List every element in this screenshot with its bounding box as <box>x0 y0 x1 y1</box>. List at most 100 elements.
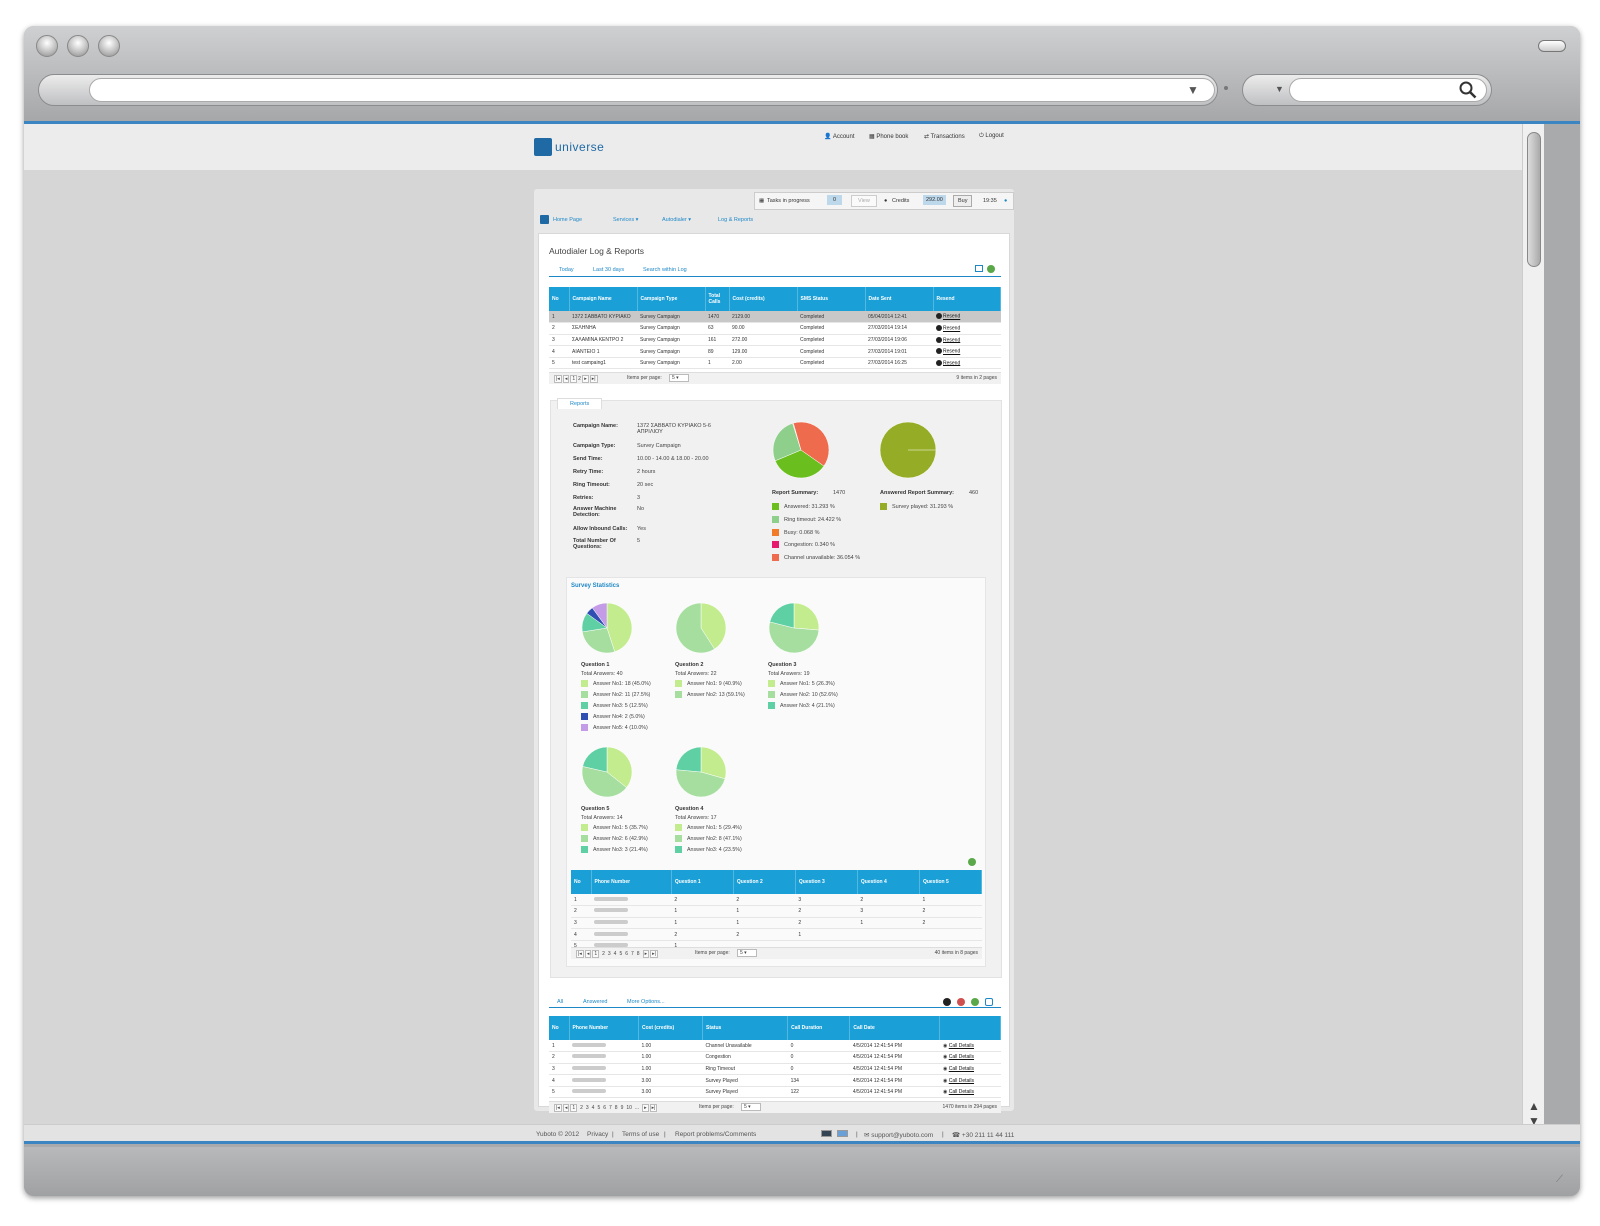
resend-link[interactable]: Resend <box>943 349 960 355</box>
tab-last-30-days[interactable]: Last 30 days <box>593 267 624 273</box>
table-row[interactable]: 5 test campaing1 Survey Campaign 1 2.00 Compl… <box>549 357 1001 370</box>
scrollbar-thumb[interactable] <box>1527 132 1541 267</box>
tab-answered[interactable]: Answered <box>583 999 607 1005</box>
pager-page[interactable]: 6 <box>603 1105 606 1111</box>
resend-cell[interactable]: Resend <box>933 357 1001 370</box>
pager-last-button[interactable]: ▸| <box>649 1104 658 1112</box>
nav-logout[interactable]: ⏻ Logout <box>979 133 1004 140</box>
resend-cell[interactable]: Resend <box>933 334 1001 347</box>
logo[interactable]: universe <box>534 138 624 158</box>
call-details-cell[interactable]: ◉ Call Details <box>939 1051 1001 1064</box>
call-details-cell[interactable]: ◉ Call Details <box>939 1074 1001 1087</box>
search-engine-dropdown-icon[interactable]: ▼ <box>1275 84 1284 94</box>
col-resend[interactable]: Resend <box>933 287 1001 311</box>
export-icon[interactable] <box>987 265 995 273</box>
pager-page[interactable]: 2 <box>602 951 605 957</box>
pager-first-button[interactable]: |◂ <box>554 1104 562 1112</box>
col-campaign-name[interactable]: Campaign Name <box>569 287 638 311</box>
survey-col-header[interactable]: Question 1 <box>671 870 734 894</box>
scroll-up-icon[interactable]: ▲ <box>1528 1099 1540 1113</box>
col-total-calls[interactable]: Total Calls <box>705 287 730 311</box>
survey-col-header[interactable]: Question 4 <box>857 870 920 894</box>
footer-privacy-link[interactable]: Privacy <box>587 1131 608 1138</box>
col-no[interactable]: No <box>549 287 570 311</box>
breadcrumb-services[interactable]: Services ▾ <box>613 217 638 223</box>
pager-page[interactable]: 1 <box>592 950 600 958</box>
pager-page[interactable]: 3 <box>608 951 611 957</box>
survey-col-header[interactable]: Question 3 <box>795 870 858 894</box>
pager-page[interactable]: 5 <box>597 1105 600 1111</box>
window-resize-button[interactable] <box>1538 40 1566 52</box>
pager-page[interactable]: 10 <box>626 1105 632 1111</box>
home-icon[interactable] <box>540 215 549 224</box>
pager-page[interactable]: 3 <box>586 1105 589 1111</box>
search-icon[interactable] <box>1459 81 1477 99</box>
pager-last-button[interactable]: ▸| <box>589 375 598 383</box>
calls-calendar-icon[interactable] <box>985 998 993 1006</box>
call-details-cell[interactable]: ◉ Call Details <box>939 1040 1001 1053</box>
survey-export-icon[interactable] <box>968 858 976 866</box>
tab-all[interactable]: All <box>557 999 563 1005</box>
calls-col-header[interactable]: Call Duration <box>787 1016 851 1040</box>
table-row[interactable]: 1 1372 ΣΑΒΒΑΤΟ ΚΥΡΙΑΚΟ Survey Campaign 1470… <box>549 311 1001 324</box>
pager-first-button[interactable]: |◂ <box>554 375 562 383</box>
refresh-icon[interactable] <box>943 998 951 1006</box>
resend-cell[interactable]: Resend <box>933 322 1001 335</box>
breadcrumb-autodialer[interactable]: Autodialer ▾ <box>662 217 691 223</box>
resend-icon[interactable] <box>936 313 942 320</box>
tab-search-within-log[interactable]: Search within Log <box>643 267 687 273</box>
pager-page[interactable]: 4 <box>614 951 617 957</box>
breadcrumb-home[interactable]: Home Page <box>553 217 582 223</box>
view-button[interactable]: View <box>851 195 877 207</box>
pager-prev-button[interactable]: ◂ <box>584 950 592 958</box>
tab-today[interactable]: Today <box>559 267 574 273</box>
pager-page[interactable]: 4 <box>592 1105 595 1111</box>
col-date-sent[interactable]: Date Sent <box>865 287 934 311</box>
pager-page[interactable]: 2 <box>580 1105 583 1111</box>
resend-icon[interactable] <box>936 348 942 355</box>
pager-page[interactable]: 8 <box>615 1105 618 1111</box>
tab-more-options[interactable]: More Options... <box>627 999 665 1005</box>
calls-col-header[interactable]: Call Date <box>849 1016 941 1040</box>
breadcrumb-log-reports[interactable]: Log & Reports <box>718 217 753 223</box>
url-input[interactable] <box>89 78 1215 102</box>
excel-export-icon[interactable] <box>971 998 979 1006</box>
resend-icon[interactable] <box>936 325 942 332</box>
pager-page-1[interactable]: 1 <box>570 375 578 383</box>
table-row[interactable]: 2 ΣΕΛΗΝΗΑ Survey Campaign 63 90.00 Completed 2… <box>549 322 1001 335</box>
pager-next-button[interactable]: ▸ <box>642 1104 649 1112</box>
col-campaign-type[interactable]: Campaign Type <box>637 287 706 311</box>
pdf-export-icon[interactable] <box>957 998 965 1006</box>
vertical-scrollbar[interactable]: ▲ ▼ <box>1522 124 1544 1128</box>
buy-button[interactable]: Buy <box>953 195 973 207</box>
items-per-page-select[interactable]: 5 ▾ <box>669 374 689 382</box>
search-bar[interactable]: ▼ <box>1242 74 1492 106</box>
call-details-link[interactable]: Call Details <box>949 1054 974 1060</box>
pager-page[interactable]: 8 <box>637 951 640 957</box>
search-input[interactable] <box>1289 78 1487 102</box>
call-details-link[interactable]: Call Details <box>949 1078 974 1084</box>
calls-col-header[interactable]: No <box>549 1016 570 1040</box>
calendar-icon[interactable] <box>975 265 983 272</box>
resend-link[interactable]: Resend <box>943 360 960 366</box>
nav-transactions[interactable]: ⇄ Transactions <box>924 133 965 140</box>
nav-account[interactable]: 👤 Account <box>824 133 855 140</box>
pager-page[interactable]: ... <box>635 1105 639 1111</box>
calls-col-header[interactable]: Phone Number <box>569 1016 639 1040</box>
resend-link[interactable]: Resend <box>943 337 960 343</box>
pager-prev-button[interactable]: ◂ <box>562 1104 570 1112</box>
survey-col-header[interactable]: No <box>571 870 592 894</box>
pager-next-button[interactable]: ▸ <box>582 375 589 383</box>
resend-link[interactable]: Resend <box>943 326 960 332</box>
table-row[interactable]: 3 ΣΑΛΑΜΙΝΑ ΚΕΝΤΡΟ 2 Survey Campaign 161 272.… <box>549 334 1001 347</box>
pager-next-button[interactable]: ▸ <box>642 950 650 958</box>
call-details-link[interactable]: Call Details <box>949 1089 974 1095</box>
nav-phone-book[interactable]: ▦ Phone book <box>869 133 908 140</box>
pager-page[interactable]: 6 <box>625 951 628 957</box>
calls-col-header[interactable]: Status <box>702 1016 789 1040</box>
call-details-link[interactable]: Call Details <box>949 1043 974 1049</box>
pager-page-2[interactable]: 2 <box>578 376 581 382</box>
pager-last-button[interactable]: ▸| <box>650 950 658 958</box>
pager-first-button[interactable]: |◂ <box>576 950 584 958</box>
resend-link[interactable]: Resend <box>943 314 960 320</box>
